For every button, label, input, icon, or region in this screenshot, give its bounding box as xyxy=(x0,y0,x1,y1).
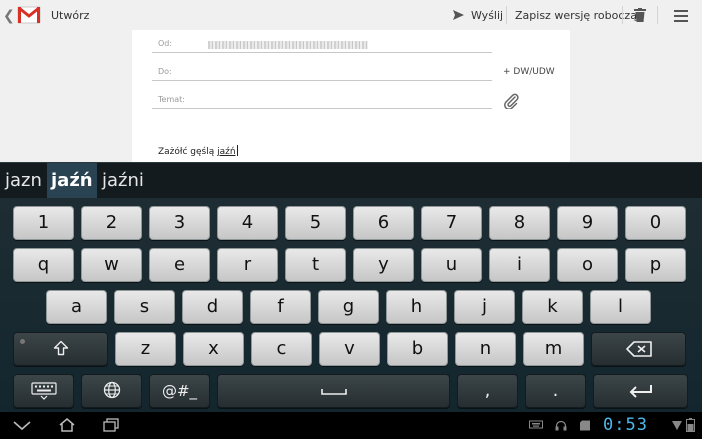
suggestion-item[interactable]: jazn xyxy=(5,163,42,199)
key-l[interactable]: l xyxy=(590,290,651,324)
key-z[interactable]: z xyxy=(115,332,176,366)
from-address-redacted xyxy=(208,41,368,49)
key-x[interactable]: x xyxy=(183,332,244,366)
key-5[interactable]: 5 xyxy=(285,206,346,240)
key-c[interactable]: c xyxy=(251,332,312,366)
divider xyxy=(657,6,658,24)
keyboard-settings-key[interactable] xyxy=(13,374,74,408)
key-u[interactable]: u xyxy=(421,248,482,282)
from-label: Od: xyxy=(158,39,173,48)
key-d[interactable]: d xyxy=(182,290,243,324)
nav-home-icon[interactable] xyxy=(58,418,76,432)
text-caret xyxy=(236,145,238,156)
comma-key[interactable]: , xyxy=(457,374,518,408)
symbols-key[interactable]: @#_ xyxy=(149,374,210,408)
key-k[interactable]: k xyxy=(522,290,583,324)
to-field[interactable]: Do: xyxy=(152,65,492,81)
key-g[interactable]: g xyxy=(318,290,379,324)
nav-back-icon[interactable] xyxy=(13,418,31,432)
suggestion-item[interactable]: jaźni xyxy=(102,163,144,199)
key-f[interactable]: f xyxy=(250,290,311,324)
key-b[interactable]: b xyxy=(387,332,448,366)
keyboard-status-icon xyxy=(529,420,543,429)
send-button[interactable]: Wyślij xyxy=(471,9,503,22)
body-current-word: jaźń xyxy=(217,147,236,157)
key-h[interactable]: h xyxy=(386,290,447,324)
divider xyxy=(622,6,623,24)
subject-label: Temat: xyxy=(158,95,185,104)
period-key[interactable]: . xyxy=(525,374,586,408)
key-y[interactable]: y xyxy=(353,248,414,282)
screen-title: Utwórz xyxy=(51,9,90,22)
backspace-key[interactable] xyxy=(591,332,686,366)
key-1[interactable]: 1 xyxy=(13,206,74,240)
save-draft-button[interactable]: Zapisz wersję roboczą xyxy=(515,9,637,22)
key-8[interactable]: 8 xyxy=(489,206,550,240)
key-t[interactable]: t xyxy=(285,248,346,282)
key-v[interactable]: v xyxy=(319,332,380,366)
wifi-signal-icon xyxy=(672,421,682,430)
key-7[interactable]: 7 xyxy=(421,206,482,240)
soft-keyboard: 1 2 3 4 5 6 7 8 9 0 q w e r t y u i o p … xyxy=(0,198,702,412)
key-4[interactable]: 4 xyxy=(217,206,278,240)
from-field[interactable]: Od: xyxy=(152,37,492,53)
enter-key[interactable] xyxy=(593,374,688,408)
key-m[interactable]: m xyxy=(523,332,584,366)
key-i[interactable]: i xyxy=(489,248,550,282)
key-2[interactable]: 2 xyxy=(81,206,142,240)
key-e[interactable]: e xyxy=(149,248,210,282)
sd-card-icon xyxy=(580,420,590,431)
space-bar-icon xyxy=(320,389,347,395)
key-6[interactable]: 6 xyxy=(353,206,414,240)
key-r[interactable]: r xyxy=(217,248,278,282)
key-a[interactable]: a xyxy=(46,290,107,324)
key-n[interactable]: n xyxy=(455,332,516,366)
key-0[interactable]: 0 xyxy=(625,206,686,240)
headphones-icon xyxy=(555,420,567,431)
language-key[interactable] xyxy=(81,374,142,408)
trash-icon[interactable] xyxy=(634,8,646,22)
action-bar: ❮ Utwórz Wyślij Zapisz wersję roboczą xyxy=(0,0,702,32)
key-j[interactable]: j xyxy=(454,290,515,324)
key-3[interactable]: 3 xyxy=(149,206,210,240)
back-chevron-icon[interactable]: ❮ xyxy=(3,9,15,23)
attachment-icon[interactable] xyxy=(503,93,519,109)
nav-recent-apps-icon[interactable] xyxy=(102,418,120,432)
key-p[interactable]: p xyxy=(625,248,686,282)
overflow-menu-icon[interactable] xyxy=(674,10,688,22)
suggestion-strip: jazn jaźń jaźni xyxy=(0,162,702,199)
shift-arrow-icon xyxy=(53,340,68,356)
suggestion-item-selected[interactable]: jaźń xyxy=(47,163,97,199)
space-key[interactable] xyxy=(217,374,450,408)
divider xyxy=(506,6,507,24)
globe-icon xyxy=(103,381,120,399)
battery-icon xyxy=(686,418,695,432)
system-bar: 0:53 xyxy=(0,412,702,439)
message-body[interactable]: Zażółć gęślą jaźń xyxy=(158,145,238,157)
shift-key[interactable] xyxy=(13,332,108,366)
gmail-logo-icon[interactable] xyxy=(17,4,41,26)
compose-screen: ❮ Utwórz Wyślij Zapisz wersję roboczą Od xyxy=(0,0,702,162)
caps-lock-indicator xyxy=(20,339,25,344)
key-q[interactable]: q xyxy=(13,248,74,282)
key-w[interactable]: w xyxy=(81,248,142,282)
key-o[interactable]: o xyxy=(557,248,618,282)
send-icon[interactable] xyxy=(452,9,465,21)
keyboard-settings-icon xyxy=(30,382,57,400)
clock: 0:53 xyxy=(603,415,648,435)
key-s[interactable]: s xyxy=(114,290,175,324)
enter-arrow-icon xyxy=(629,385,652,398)
subject-field[interactable]: Temat: xyxy=(152,93,492,109)
to-label: Do: xyxy=(158,67,172,76)
add-cc-bcc-button[interactable]: + DW/UDW xyxy=(503,67,555,77)
body-text: Zażółć gęślą xyxy=(158,147,218,157)
backspace-icon xyxy=(625,341,652,357)
key-9[interactable]: 9 xyxy=(557,206,618,240)
